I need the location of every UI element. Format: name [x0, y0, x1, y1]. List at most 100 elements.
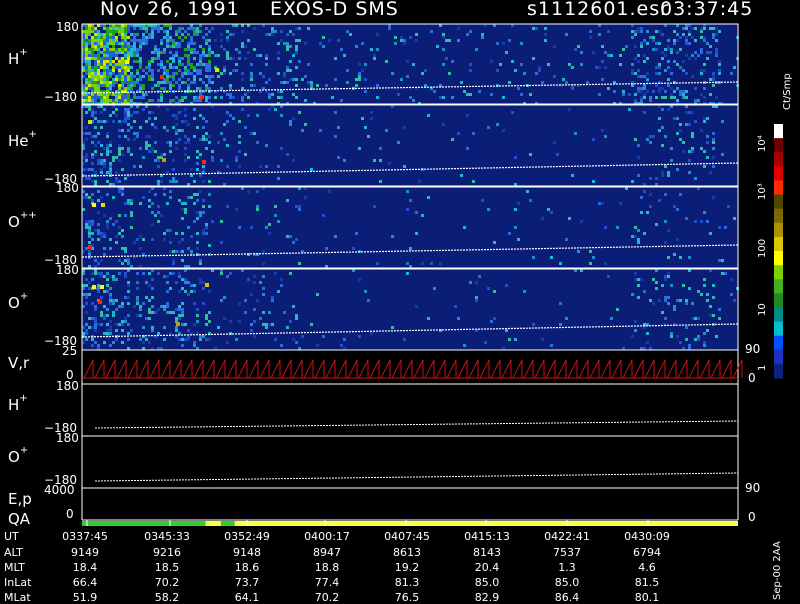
colorbar-tick-1000: 10³	[757, 183, 768, 200]
colorbar-swatch-10	[774, 265, 783, 280]
footer-cell: 20.4	[474, 561, 500, 574]
footer-cell: 8947	[313, 546, 341, 559]
colorbar-swatch-15	[774, 335, 783, 351]
colorbar-swatch-17	[774, 363, 783, 379]
ep-right-bot: 0	[748, 510, 756, 524]
footer-cell: 80.1	[634, 591, 660, 604]
footer-cell: 86.4	[554, 591, 580, 604]
footer-cell: 0345:33	[144, 530, 190, 543]
footer-cell: 7537	[553, 546, 581, 559]
colorbar-swatch-6	[774, 208, 783, 224]
colorbar-tick-10000: 10⁴	[757, 135, 768, 152]
footer-cell: 58.2	[154, 591, 180, 604]
footer-row-label: InLat	[4, 576, 32, 589]
h-plus-ymax: 180	[56, 20, 79, 34]
footer-cell: 77.4	[314, 576, 340, 589]
colorbar-swatch-11	[774, 279, 783, 294]
colorbar-swatch-2	[774, 152, 783, 167]
colorbar-swatch-14	[774, 321, 783, 337]
footer-cell: 81.5	[634, 576, 660, 589]
colorbar-swatch-7	[774, 222, 783, 238]
panel-label-he-plus: He+	[8, 129, 37, 150]
footer-cell: 85.0	[474, 576, 500, 589]
header-date: Nov 26, 1991	[100, 0, 240, 20]
footer-cell: 70.2	[154, 576, 180, 589]
ep-right-top: 90	[745, 481, 761, 495]
footer-cell: 18.5	[154, 561, 180, 574]
panel-label-o-plus: O+	[8, 291, 29, 312]
footer-cell: 18.4	[72, 561, 98, 574]
footer-cell: 18.6	[234, 561, 260, 574]
colorbar-swatch-13	[774, 307, 783, 323]
plot-canvas	[81, 23, 783, 526]
vr-right-top: 90	[745, 342, 761, 356]
footer-cell: 51.9	[72, 591, 98, 604]
footer-row-label: MLat	[4, 591, 31, 604]
header-instrument: EXOS-D SMS	[270, 0, 399, 20]
colorbar-swatch-3	[774, 166, 783, 181]
footer-cell: 0415:13	[464, 530, 510, 543]
panel-label-ep: E,p	[8, 490, 32, 508]
o-pp-ymax: 180	[56, 181, 79, 195]
footer-cell: 9148	[233, 546, 261, 559]
header-time: 03:37:45	[660, 0, 754, 20]
colorbar-swatch-0	[774, 124, 783, 139]
footer-cell: 8613	[393, 546, 421, 559]
panel-label-qa: QA	[8, 510, 31, 528]
o-plus-ymax: 180	[56, 263, 79, 277]
colorbar-swatch-1	[774, 138, 783, 153]
colorbar-swatch-12	[774, 293, 783, 308]
vr-ymax: 25	[62, 344, 78, 358]
panel-label-o-plus-2: O+	[8, 445, 29, 466]
colorbar-swatch-4	[774, 180, 783, 196]
footer-cell: 9216	[153, 546, 181, 559]
qa-segment-2	[220, 521, 235, 526]
footer-cell: 73.7	[234, 576, 260, 589]
colorbar-swatch-16	[774, 349, 783, 365]
footer-cell: 4.6	[638, 561, 656, 574]
footer-cell: 1.3	[558, 561, 576, 574]
vr-right-bot: 0	[748, 371, 756, 385]
vr-series	[83, 359, 743, 379]
footer-cell: 70.2	[314, 591, 340, 604]
colorbar-swatch-9	[774, 251, 783, 266]
footer-cell: 8143	[473, 546, 501, 559]
ep-ymax: 4000	[44, 483, 75, 497]
footer-cell: 6794	[633, 546, 661, 559]
colorbar-title: Ct/Smp	[782, 73, 793, 110]
colorbar-swatch-5	[774, 194, 783, 210]
footer-cell: 81.3	[394, 576, 420, 589]
qa-segment-0	[82, 521, 206, 526]
o-plus-2-ymax: 180	[56, 431, 79, 445]
footer-cell: 9149	[71, 546, 99, 559]
footer-side-note: Sep-00 2AA	[772, 541, 783, 600]
header-file: s1112601.esr	[527, 0, 669, 20]
panel-label-o-pp: O++	[8, 210, 37, 231]
footer-cell: 82.9	[474, 591, 500, 604]
footer-cell: 85.0	[554, 576, 580, 589]
footer-cell: 76.5	[394, 591, 420, 604]
colorbar-tick-100: 100	[757, 238, 768, 258]
footer-row-label: ALT	[4, 546, 23, 559]
panel-label-h-plus-2: H+	[8, 393, 28, 414]
o-plus-2-line	[94, 472, 739, 482]
footer-cell: 18.8	[314, 561, 340, 574]
footer-cell: 0337:45	[62, 530, 108, 543]
footer-cell: 0352:49	[224, 530, 270, 543]
footer-cell: 0400:17	[304, 530, 350, 543]
footer-cell: 0430:09	[624, 530, 670, 543]
panel-label-vr: V,r	[8, 354, 30, 372]
colorbar-tick-1: 1	[757, 364, 768, 371]
footer-cell: 19.2	[394, 561, 420, 574]
footer-row-label: UT	[4, 530, 19, 543]
h-plus-2-ymax: 180	[56, 379, 79, 393]
h-plus-2-line	[94, 420, 739, 429]
footer-cell: 0407:45	[384, 530, 430, 543]
footer-cell: 66.4	[72, 576, 98, 589]
footer-cell: 64.1	[234, 591, 260, 604]
colorbar-tick-10: 10	[757, 303, 768, 316]
footer-cell: 0422:41	[544, 530, 590, 543]
ep-ymin: 0	[66, 507, 74, 521]
panel-label-h-plus: H+	[8, 47, 28, 68]
footer-row-label: MLT	[4, 561, 25, 574]
